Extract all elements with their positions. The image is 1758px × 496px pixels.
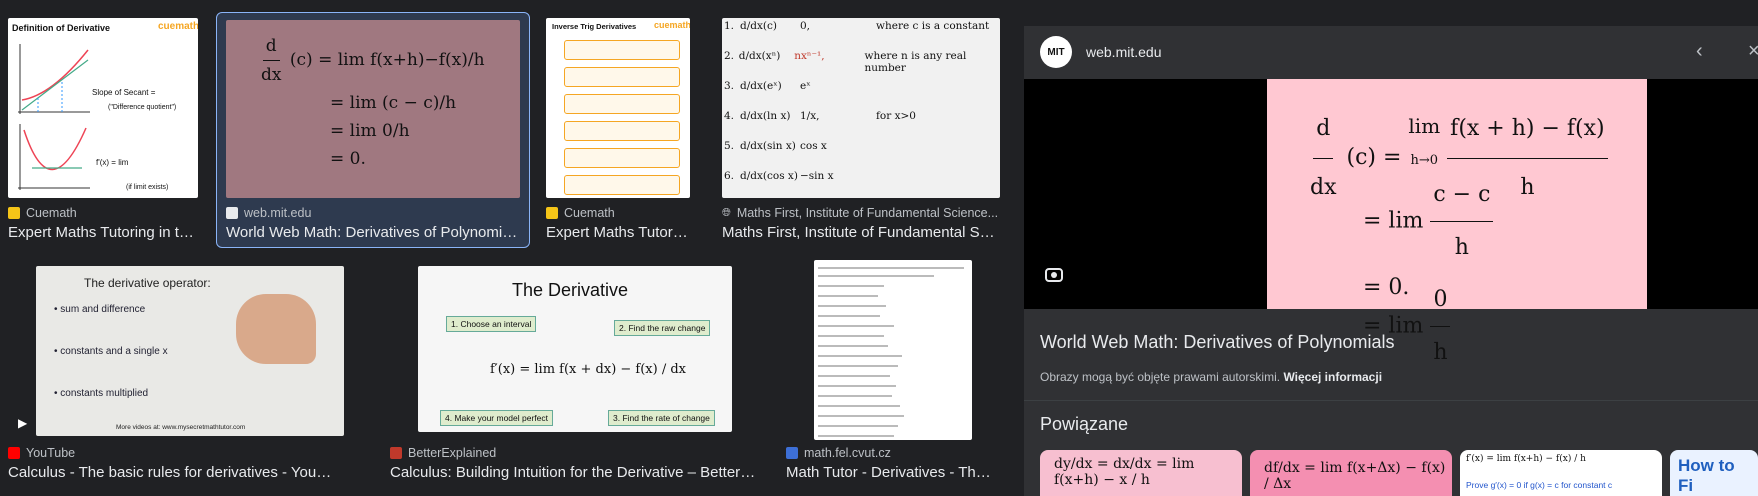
panel-title[interactable]: World Web Math: Derivatives of Polynomia… xyxy=(1040,332,1394,353)
whiteboard-line: • constants multiplied xyxy=(54,388,149,399)
whiteboard-line: • sum and difference xyxy=(54,304,146,315)
result-thumbnail[interactable]: Definition of Derivative cuemath Slope o… xyxy=(8,18,198,198)
step-box: 3. Find the rate of change xyxy=(608,410,715,426)
diagram-heading: The Derivative xyxy=(512,280,629,300)
cuemath-logo: cuemath xyxy=(654,20,690,30)
mit-favicon xyxy=(226,207,238,219)
result-title[interactable]: World Web Math: Derivatives of Polynomia… xyxy=(226,224,520,241)
result-card-betterexplained[interactable]: The Derivative 1. Choose an interval 2. … xyxy=(390,266,756,486)
rule-row: 3. d/dx(eˣ) eˣ xyxy=(724,80,811,92)
secant-graph xyxy=(18,44,90,114)
play-icon: ▶ xyxy=(18,416,28,430)
result-thumbnail[interactable] xyxy=(814,260,972,440)
thumb-heading: Inverse Trig Derivatives xyxy=(552,22,637,31)
result-title[interactable]: Calculus: Building Intuition for the Der… xyxy=(390,464,756,481)
inverse-trig-formula-list xyxy=(564,40,680,195)
tangent-graph xyxy=(18,124,90,190)
result-card-cuemath-definition[interactable]: Definition of Derivative cuemath Slope o… xyxy=(8,18,198,248)
step-box: 4. Make your model perfect xyxy=(440,410,553,426)
mit-logo[interactable]: MIT xyxy=(1040,36,1072,68)
derivative-formula: f′(x) = lim f(x + dx) − f(x) / dx xyxy=(490,362,687,377)
panel-header: MIT web.mit.edu ‹ × xyxy=(1024,26,1758,78)
rule-row: 6. d/dx(cos x) −sin x xyxy=(724,170,834,182)
results-grid: Definition of Derivative cuemath Slope o… xyxy=(0,0,1010,496)
result-source[interactable]: YouTube xyxy=(8,446,338,460)
result-title[interactable]: Expert Maths Tutorin... xyxy=(546,224,690,241)
result-source[interactable]: Cuemath xyxy=(8,206,198,220)
result-card-cvut[interactable]: math.fel.cvut.cz Math Tutor - Derivative… xyxy=(786,260,998,486)
cvut-favicon xyxy=(786,447,798,459)
result-card-maths-first[interactable]: 1. d/dx(c) 0, where c is a constant 2. d… xyxy=(722,18,1000,248)
rule-row: 4. d/dx(ln x) 1/x, for x>0 xyxy=(724,110,916,122)
chevron-left-icon[interactable]: ‹ xyxy=(1696,40,1703,63)
close-icon[interactable]: × xyxy=(1748,40,1758,63)
result-thumbnail[interactable]: d dx (c) = lim f(x+h)−f(x)/h = lim (c − c… xyxy=(226,20,520,198)
thumb-fprime-text: f'(x) = lim xyxy=(96,158,129,167)
thumb-heading: Definition of Derivative xyxy=(12,23,111,33)
result-thumbnail[interactable]: 1. d/dx(c) 0, where c is a constant 2. d… xyxy=(722,18,1000,198)
related-thumbnail[interactable]: dy/dx = dx/dx = lim f(x+h) − x / h xyxy=(1040,450,1242,496)
whiteboard-footer: More videos at: www.mysecretmathtutor.co… xyxy=(116,424,246,431)
result-source[interactable]: math.fel.cvut.cz xyxy=(786,446,998,460)
result-source[interactable]: web.mit.edu xyxy=(226,206,520,220)
related-thumbnail[interactable]: df/dx = lim f(x+Δx) − f(x) / Δx xyxy=(1250,450,1452,496)
formula-sheet-lines xyxy=(818,267,964,437)
preview-image[interactable]: d dx (c) = lim h→0 f(x + h) − f(x) h = lim … xyxy=(1267,79,1647,365)
hand-with-marker xyxy=(236,294,316,364)
result-card-mit[interactable]: d dx (c) = lim f(x+h)−f(x)/h = lim (c − c… xyxy=(226,20,520,248)
related-thumbnail[interactable]: How to Fi Derivativ xyxy=(1670,450,1758,496)
image-preview-panel: MIT web.mit.edu ‹ × d dx (c) = lim h→0 f(x… xyxy=(1024,26,1758,496)
cuemath-favicon xyxy=(8,207,20,219)
whiteboard-heading: The derivative operator: xyxy=(84,276,211,290)
thumb-exists-text: (if limit exists) xyxy=(126,184,169,191)
copyright-note: Obrazy mogą być objęte prawami autorskim… xyxy=(1040,370,1383,384)
derivative-rules-table: 1. d/dx(c) 0, where c is a constant 2. d… xyxy=(724,20,1000,198)
step-box: 1. Choose an interval xyxy=(446,316,537,332)
related-thumbnail[interactable]: f′(x) = lim f(x+h) − f(x) / h Prove g′(x… xyxy=(1460,450,1662,496)
lens-icon[interactable] xyxy=(1044,265,1064,285)
result-source[interactable]: 🌐︎ Maths First, Institute of Fundamental… xyxy=(722,206,1000,220)
result-thumbnail[interactable]: The derivative operator: • sum and diffe… xyxy=(36,266,344,436)
thumb-derivation: d dx (c) = lim f(x+h)−f(x)/h = lim (c − c… xyxy=(258,32,485,173)
betterexplained-favicon xyxy=(390,447,402,459)
step-box: 2. Find the raw change xyxy=(614,320,711,336)
result-title[interactable]: Expert Maths Tutoring in the... xyxy=(8,224,198,241)
result-title[interactable]: Math Tutor - Derivatives - Theor... xyxy=(786,464,998,481)
result-thumbnail[interactable]: Inverse Trig Derivatives cuemath xyxy=(546,18,690,198)
more-info-link[interactable]: Więcej informacji xyxy=(1283,370,1382,384)
globe-icon: 🌐︎ xyxy=(722,206,731,219)
result-title[interactable]: Calculus - The basic rules for derivativ… xyxy=(8,464,338,481)
result-thumbnail[interactable]: The Derivative 1. Choose an interval 2. … xyxy=(418,266,732,432)
result-source[interactable]: BetterExplained xyxy=(390,446,756,460)
result-source[interactable]: Cuemath xyxy=(546,206,690,220)
preview-image-area[interactable]: d dx (c) = lim h→0 f(x + h) − f(x) h = lim … xyxy=(1024,79,1758,365)
divider xyxy=(1024,400,1758,401)
cuemath-logo: cuemath xyxy=(158,21,198,32)
related-heading: Powiązane xyxy=(1040,414,1129,434)
rule-row: 5. d/dx(sin x) cos x xyxy=(724,140,827,152)
panel-source-host[interactable]: web.mit.edu xyxy=(1086,44,1161,60)
result-card-cuemath-inverse-trig[interactable]: Inverse Trig Derivatives cuemath Cuemath… xyxy=(546,18,690,248)
rule-row: 2. d/dx(xⁿ) nxⁿ⁻¹, where n is any real n… xyxy=(724,50,967,74)
thumb-dq-text: ("Difference quotient") xyxy=(108,104,177,111)
whiteboard-line: • constants and a single x xyxy=(54,346,168,357)
cuemath-favicon xyxy=(546,207,558,219)
youtube-favicon xyxy=(8,447,20,459)
preview-result: = 0. xyxy=(1363,275,1410,300)
result-card-youtube[interactable]: The derivative operator: • sum and diffe… xyxy=(8,266,344,486)
result-title[interactable]: Maths First, Institute of Fundamental Sc… xyxy=(722,224,1000,241)
thumb-slope-text: Slope of Secant = xyxy=(92,88,156,97)
rule-row: 1. d/dx(c) 0, where c is a constant xyxy=(724,20,990,32)
